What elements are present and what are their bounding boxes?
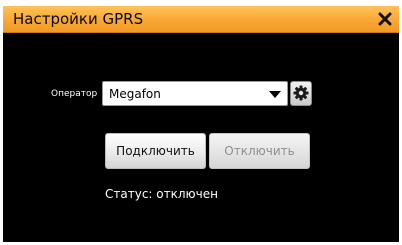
window-title: Настройки GPRS xyxy=(13,10,144,28)
chevron-down-icon xyxy=(269,91,281,98)
close-icon xyxy=(378,12,392,26)
gear-icon xyxy=(293,85,309,101)
status-text: Статус: отключен xyxy=(105,187,218,201)
operator-selected-value: Megafon xyxy=(109,87,161,101)
disconnect-button[interactable]: Отключить xyxy=(209,133,310,169)
operator-label: Оператор xyxy=(51,89,98,99)
operator-select[interactable]: Megafon xyxy=(102,81,288,106)
connect-button[interactable]: Подключить xyxy=(105,133,206,169)
close-button[interactable] xyxy=(375,9,395,29)
title-bar: Настройки GPRS xyxy=(3,6,399,33)
gprs-settings-window: Настройки GPRS Оператор Megafon Подключи… xyxy=(3,6,399,242)
operator-settings-button[interactable] xyxy=(290,81,312,106)
